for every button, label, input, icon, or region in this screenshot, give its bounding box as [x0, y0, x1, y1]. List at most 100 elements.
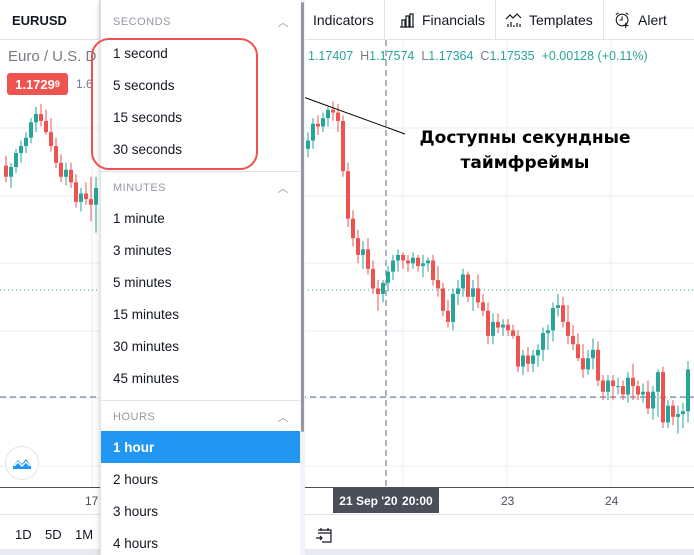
tradingview-logo-button[interactable]	[5, 446, 39, 480]
candle-body	[656, 372, 660, 392]
candle	[366, 238, 370, 275]
interval-1-minute[interactable]: 1 minute	[101, 202, 300, 234]
candle-body	[686, 369, 690, 412]
interval-3-minutes[interactable]: 3 minutes	[101, 234, 300, 266]
go-to-date-icon[interactable]	[314, 525, 334, 545]
time-tick: 23	[501, 494, 515, 508]
candle-body	[501, 324, 505, 328]
interval-5-seconds[interactable]: 5 seconds	[101, 69, 300, 101]
candle	[381, 280, 385, 303]
interval-15-seconds[interactable]: 15 seconds	[101, 101, 300, 133]
alarm-clock-icon	[615, 12, 629, 29]
interval-2-hours[interactable]: 2 hours	[101, 463, 300, 495]
section-header-minutes[interactable]: MINUTES ︿	[101, 171, 300, 203]
templates-button[interactable]: Templates	[495, 0, 604, 40]
interval-30-minutes[interactable]: 30 minutes	[101, 330, 300, 362]
candle-body	[546, 330, 550, 334]
candle	[316, 115, 320, 135]
candle	[326, 106, 330, 127]
scrollbar-thumb[interactable]	[301, 2, 304, 432]
candle-body	[486, 310, 490, 336]
candle	[451, 288, 455, 331]
candle	[471, 280, 475, 311]
candle-body	[481, 302, 485, 311]
section-header-hours[interactable]: HOURS ︿	[101, 400, 300, 432]
candle-body	[351, 218, 355, 239]
candle	[396, 249, 400, 272]
financials-icon	[400, 13, 414, 28]
candle	[306, 132, 310, 158]
candle	[466, 271, 470, 303]
interval-3-hours[interactable]: 3 hours	[101, 495, 300, 527]
candle-body	[451, 294, 455, 322]
indicators-button[interactable]: Indicators	[303, 0, 385, 40]
time-tick: 17	[85, 494, 99, 508]
candle-body	[9, 166, 13, 177]
candle-body	[64, 169, 68, 177]
candle-body	[396, 254, 400, 261]
sell-price-badge[interactable]: 1.1729 9	[7, 73, 68, 95]
candle-body	[19, 146, 23, 154]
candle	[546, 324, 550, 350]
financials-label: Financials	[422, 12, 486, 28]
candle	[64, 162, 68, 186]
candle	[676, 405, 680, 434]
candle-body	[456, 288, 460, 295]
candle	[501, 319, 505, 336]
candle	[436, 266, 440, 297]
range-1m-button[interactable]: 1M	[75, 527, 93, 542]
candle	[356, 229, 360, 264]
candle-body	[376, 288, 380, 295]
candle	[331, 101, 335, 121]
interval-1-hour[interactable]: 1 hour	[101, 431, 300, 463]
candle	[39, 104, 43, 127]
candle-body	[631, 377, 635, 387]
section-header-seconds[interactable]: SECONDS ︿	[101, 6, 300, 38]
candle-body	[54, 146, 58, 163]
candle	[391, 254, 395, 281]
candle-body	[646, 391, 650, 409]
interval-4-hours[interactable]: 4 hours	[101, 527, 300, 555]
candle	[561, 296, 565, 328]
candle	[586, 349, 590, 375]
candle-body	[29, 122, 33, 138]
candle	[526, 347, 530, 373]
range-1d-button[interactable]: 1D	[15, 527, 32, 542]
candle	[411, 252, 415, 269]
candle-body	[576, 344, 580, 359]
interval-5-minutes[interactable]: 5 minutes	[101, 266, 300, 298]
candle	[461, 268, 465, 297]
candle	[511, 324, 515, 339]
candle-body	[386, 271, 390, 283]
financials-button[interactable]: Financials	[388, 0, 497, 40]
alert-button[interactable]: Alert	[604, 0, 677, 40]
candle-body	[496, 321, 500, 328]
spread-value: 1.6	[76, 77, 93, 91]
candle	[44, 109, 48, 135]
interval-15-minutes[interactable]: 15 minutes	[101, 298, 300, 330]
dropdown-scrollbar[interactable]	[300, 0, 305, 555]
candle	[656, 369, 660, 417]
candle	[401, 252, 405, 269]
interval-1-second[interactable]: 1 second	[101, 37, 300, 69]
candle	[481, 294, 485, 317]
candle-body	[436, 280, 440, 289]
interval-45-minutes[interactable]: 45 minutes	[101, 362, 300, 394]
range-5d-button[interactable]: 5D	[45, 527, 62, 542]
candle	[14, 148, 18, 173]
annotation-text: Доступны секундные таймфреймы	[419, 128, 631, 173]
change-value: +0.00128 (+0.11%)	[541, 49, 648, 63]
candle-body	[346, 171, 350, 219]
candle	[636, 380, 640, 401]
time-tick: 24	[605, 494, 619, 508]
candle	[651, 386, 655, 420]
candle-body	[69, 169, 73, 183]
candle-body	[416, 257, 420, 267]
candle	[74, 173, 78, 208]
close-value: 1.17535	[489, 49, 535, 63]
interval-30-seconds[interactable]: 30 seconds	[101, 133, 300, 165]
symbol-search-button[interactable]: EURUSD	[0, 0, 100, 40]
candle-body	[626, 377, 630, 395]
candle	[421, 254, 425, 278]
candle	[591, 338, 595, 370]
